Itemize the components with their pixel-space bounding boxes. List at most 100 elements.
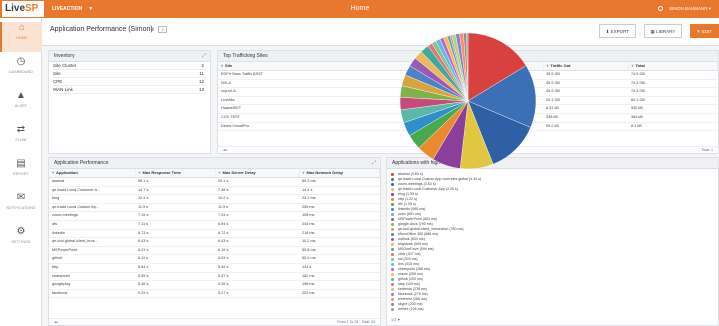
column-header[interactable]: ▾ Application [49,169,136,178]
top-bar: LiveSP LIVEACTION ▼ Home SIMON BAUMANN ▾ [0,0,719,18]
legend-swatch [391,292,395,297]
legend-swatch [391,307,395,312]
legend-pager[interactable]: 1/3 ▼ [391,318,401,322]
context-selector[interactable]: LIVEACTION ▼ [52,0,93,18]
table-row[interactable]: akamai 59.1 s 29.1 s 69.3 ms [49,177,380,187]
table-cell: 6.19 s [215,246,299,256]
table-cell: 6.94 s [215,220,299,230]
inventory-item[interactable]: CPE 12 [53,78,206,86]
inventory-count: 11 [199,71,204,76]
table-cell: 5.27 s [215,289,299,299]
table-cell: 5.37 s [215,272,299,282]
sidebar-item-alert[interactable]: ▲ ALERT [0,90,42,120]
edit-button[interactable]: ✎ EDIT [689,24,719,38]
maximize-icon[interactable]: ⤢ [202,51,206,62]
table-row[interactable]: bing 12.4 s 10.2 s 23.2 ms [49,194,380,204]
inventory-list: Site Cluster 2 Site 11 CPE 12 WAN Link 13 [49,62,210,94]
legend-swatch [391,222,395,227]
table-row[interactable]: qe-tradd Local Customer A... 14.7 s 7.38 s… [49,186,380,196]
apps-pagination: From 1 To 15 · Total: 43 [337,320,375,324]
legend-item[interactable]: webex (104 ms) [391,307,541,312]
table-row[interactable]: http 5.64 s 5.49 s 124 s [49,263,380,273]
settings-icon[interactable]: ⚙ [150,27,154,33]
column-header[interactable]: ▾ Traffic Out [543,62,629,71]
sites-total: Total: 1 [701,148,713,152]
table-row[interactable]: googleplay 5.46 s 5.26 s 198 ms [49,280,380,290]
table-cell: 45.9 GB [543,79,628,89]
table-cell: 202 ms [299,289,380,299]
home-icon: ⌂ [18,22,26,33]
table-cell: sharepoint [49,272,135,282]
dashboard-tag[interactable]: 2 [158,26,167,33]
table-row[interactable]: facebook 5.29 s 5.27 s 202 ms [49,289,380,299]
inventory-count: 2 [201,63,204,68]
legend-label: github (200 ms) [398,277,423,281]
column-label: Traffic Out [550,63,571,68]
column-header[interactable]: ▾ Max Response Time [135,169,216,178]
app-root: { "brand": {"live": "Live", "sp": "SP"},… [0,0,719,326]
table-cell: 74.5 GB [628,70,718,80]
table-cell: 5.46 s [135,280,215,290]
table-cell: 338 kB [543,113,628,123]
table-row[interactable]: MSPowerPoint 6.23 s 6.19 s 59.8 ms [49,246,380,256]
legend-label: zoom-meetings (3.63 s) [398,182,436,186]
legend-swatch [391,247,395,252]
sidebar-item-dashboard[interactable]: ◷ DASHBOARD [0,56,42,86]
table-row[interactable]: zoom-meetings 7.15 s 7.04 s 108 ms [49,211,380,221]
legend-swatch [391,242,395,247]
sidebar-item-flow[interactable]: ⇄ FLOW [0,124,42,154]
table-row[interactable]: dfs 7.11 s 6.94 s 244 ms [49,220,380,230]
table-cell: 7.04 s [215,211,299,221]
sidebar-item-home[interactable]: ⌂ HOME [0,22,42,52]
column-header[interactable]: ▾ Max Network Delay [299,169,380,178]
sidebar-item-label: DASHBOARD [9,70,33,74]
table-cell: 6.03 s [215,254,299,264]
legend-swatch [391,297,395,302]
column-header[interactable]: ▾ Max Server Delay [215,169,300,178]
library-button[interactable]: ▦ LIBRARY [643,24,683,38]
user-menu[interactable]: SIMON BAUMANN ▾ [657,0,711,18]
inventory-item[interactable]: WAN Link 13 [53,86,206,94]
table-row[interactable]: github 6.11 s 6.03 s 55.0 ms [49,254,380,264]
livesp-logo[interactable]: LiveSP [2,1,44,17]
column-label: Site [225,63,233,68]
sidebar-item-settings[interactable]: ⚙ SETTINGS [0,226,42,256]
sidebar-item-label: FLOW [15,138,27,142]
sort-icon: ▾ [546,63,549,68]
table-cell: 244 ms [299,220,380,230]
column-header[interactable]: ▾ Total [628,62,718,71]
legend-label: qe-tradd Local Customer App (2.26 s) [398,187,458,191]
sidebar-item-report[interactable]: ▤ REPORT [0,158,42,188]
sort-icon: ▾ [218,170,221,175]
maximize-icon[interactable]: ⤢ [372,158,376,169]
inventory-item[interactable]: Site Cluster 2 [53,62,206,70]
table-cell: googleplay [49,280,135,290]
inventory-item[interactable]: Site 11 [53,70,206,78]
table-cell: 12.4 s [135,194,215,204]
sidebar-item-notifications[interactable]: ✉ NOTIFICATIONS [0,192,42,222]
legend-swatch [391,197,395,202]
table-row[interactable]: linkedin 6.73 s 6.72 s 218 ms [49,229,380,239]
table-row[interactable]: qe-tradd Local Custom Ap... 11.9 s 11.9 s2… [49,203,380,213]
sort-icon: ▾ [302,170,305,175]
legend-swatch [391,212,395,217]
table-cell: 69.3 ms [299,177,380,187]
sort-icon: ▾ [631,63,634,68]
export-button[interactable]: ⬇ EXPORT [598,24,637,38]
pager-icon[interactable]: ◂◂ [54,320,58,324]
legend-label: MSOneDrive (594 ms) [398,247,434,251]
table-row[interactable]: sharepoint 5.55 s 5.37 s 182 ms [49,272,380,282]
table-cell: 74.5 GB [628,79,718,89]
legend-label: ldap (109 ms) [398,282,420,286]
table-cell: 5.64 s [135,263,215,273]
table-cell: 11.9 s [215,203,299,213]
sidebar-item-label: HOME [16,36,28,40]
pager-icon[interactable]: ◂◂ [223,148,227,152]
delay-pie-chart [399,32,537,170]
alert-icon: ▲ [16,90,26,101]
table-row[interactable]: qe-tool-global-client_bros... 6.43 s 6.43 … [49,237,380,247]
legend-label: oracle (255 ms) [398,272,423,276]
legend-label: dns (315 ms) [398,262,419,266]
legend-label: bing (1.95 s) [398,192,418,196]
table-cell: bing [49,194,135,204]
